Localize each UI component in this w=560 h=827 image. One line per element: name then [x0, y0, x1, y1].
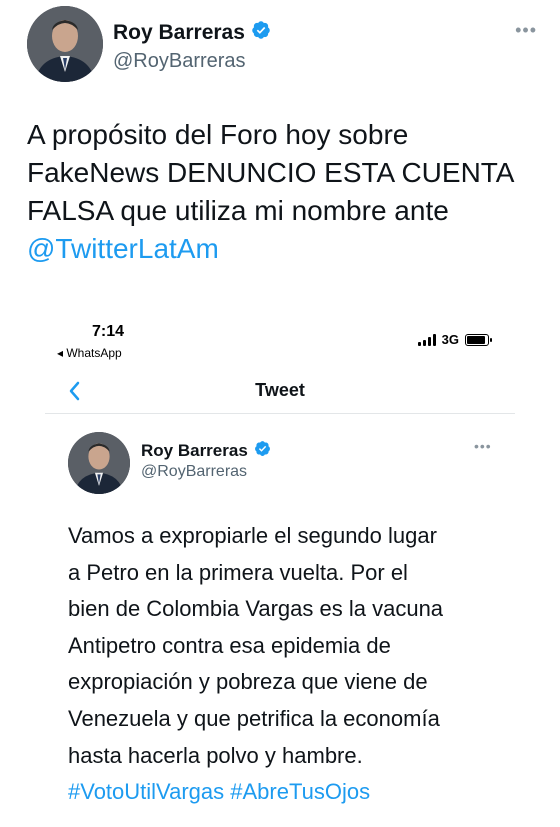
more-options-icon[interactable]: •••: [474, 438, 492, 454]
tweet-header: Roy Barreras @RoyBarreras •••: [27, 6, 537, 84]
embedded-tweet-text-line: expropiación y pobreza que viene de: [68, 669, 428, 695]
embedded-author-name[interactable]: Roy Barreras: [141, 441, 248, 461]
person-icon: [68, 432, 130, 494]
author-name-row[interactable]: Roy Barreras: [113, 20, 271, 45]
hashtag-link[interactable]: #VotoUtilVargas: [68, 779, 224, 804]
tweet-text-line: FALSA que utiliza mi nombre ante: [27, 195, 449, 226]
avatar[interactable]: [68, 432, 130, 494]
network-label: 3G: [441, 332, 459, 347]
embedded-tweet-text: Vamos a expropiarle el segundo lugar a P…: [68, 518, 518, 811]
status-time: 7:14: [92, 323, 125, 340]
hashtags-line: #VotoUtilVargas #AbreTusOjos: [68, 774, 518, 811]
embedded-author-name-row[interactable]: Roy Barreras: [141, 440, 271, 462]
tweet-text-line: FakeNews DENUNCIO ESTA CUENTA: [27, 157, 515, 188]
hashtag-link[interactable]: #AbreTusOjos: [230, 779, 370, 804]
author-name[interactable]: Roy Barreras: [113, 21, 245, 45]
nav-title: Tweet: [255, 380, 305, 400]
verified-badge-icon: [251, 20, 271, 45]
status-bar: 7:14 ◂ WhatsApp 3G: [45, 318, 515, 366]
nav-bar: Tweet: [45, 372, 515, 414]
embedded-tweet-text-line: hasta hacerla polvo y hambre.: [68, 742, 363, 768]
embedded-tweet-text-line: Venezuela y que petrifica la economía: [68, 705, 440, 731]
tweet-text-line: A propósito del Foro hoy sobre: [27, 119, 409, 150]
mention-link[interactable]: @TwitterLatAm: [27, 230, 537, 268]
back-to-app-link[interactable]: ◂ WhatsApp: [57, 346, 122, 360]
embedded-tweet-text-line: a Petro en la primera vuelta. Por el: [68, 559, 408, 585]
battery-icon: [465, 333, 492, 346]
signal-icon: [417, 333, 436, 346]
tweet-text: A propósito del Foro hoy sobre FakeNews …: [27, 116, 537, 268]
verified-badge-icon: [254, 440, 271, 462]
embedded-author-handle[interactable]: @RoyBarreras: [141, 463, 247, 481]
embedded-tweet-text-line: Antipetro contra esa epidemia de: [68, 632, 391, 658]
avatar[interactable]: [27, 6, 103, 82]
person-icon: [27, 6, 103, 82]
author-handle[interactable]: @RoyBarreras: [113, 50, 246, 73]
status-indicators: 3G: [417, 332, 492, 347]
embedded-tweet-text-line: bien de Colombia Vargas es la vacuna: [68, 596, 444, 622]
more-options-icon[interactable]: •••: [515, 20, 537, 41]
embedded-tweet-text-line: Vamos a expropiarle el segundo lugar: [68, 523, 437, 548]
